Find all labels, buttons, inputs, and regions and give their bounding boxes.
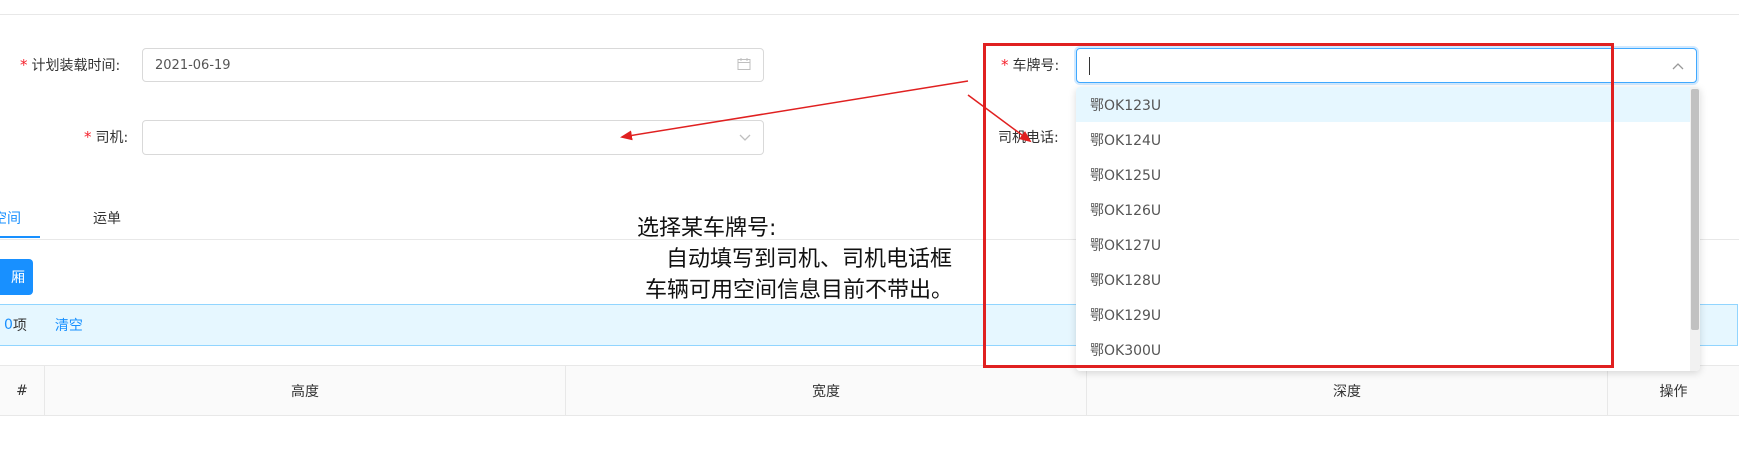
annotation-line-2: 自动填写到司机、司机电话框 (666, 247, 953, 272)
arrow-to-driver (620, 80, 969, 141)
annotation-line-3: 车辆可用空间信息目前不带出。 (645, 278, 954, 303)
annotation-line-1: 选择某车牌号: (637, 216, 777, 241)
annotation-arrows (620, 80, 1032, 143)
arrow-to-driver-phone (967, 94, 1032, 143)
